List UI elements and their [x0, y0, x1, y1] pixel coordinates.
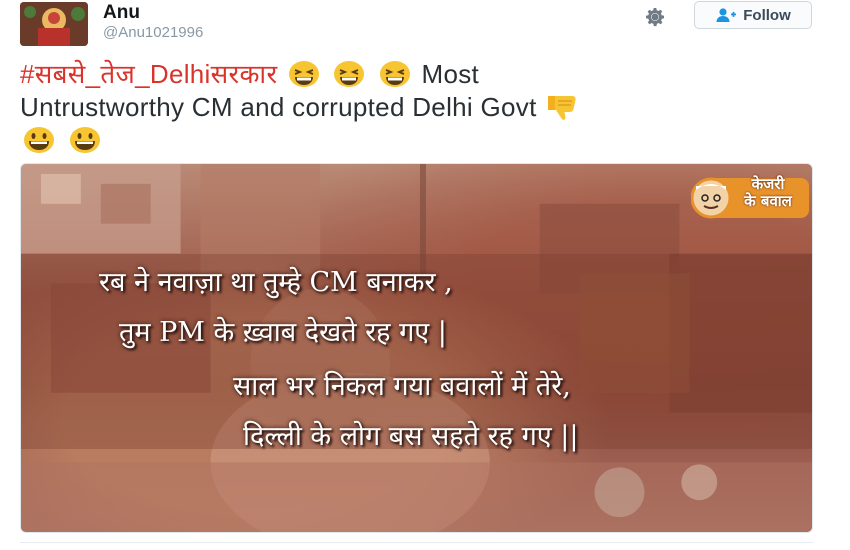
smiling-face-icon: [69, 127, 100, 153]
avatar-image: [20, 2, 88, 46]
smiling-face-icon: [24, 127, 54, 153]
tweet-text-part2: Untrustworthy CM and corrupted Delhi Gov…: [20, 92, 537, 122]
poem-line-2: तुम PM के ख़्वाब देखते रह गए |: [119, 317, 447, 348]
tweet-text: #सबसे_तेज_Delhiसरकार Most Untrustworthy …: [20, 58, 820, 157]
tweet-media-image[interactable]: रब ने नवाज़ा था तुम्हे CM बनाकर , तुम PM…: [20, 163, 813, 533]
grinning-squinting-face-icon: [288, 61, 319, 87]
user-handle[interactable]: @Anu1021996: [103, 24, 203, 41]
follow-button[interactable]: Follow: [694, 1, 812, 29]
divider: [20, 542, 813, 543]
poem-line-1: रब ने नवाज़ा था तुम्हे CM बनाकर ,: [99, 267, 453, 298]
grinning-squinting-face-icon: [379, 61, 410, 87]
hashtag-link[interactable]: #सबसे_तेज_Delhiसरकार: [20, 59, 277, 89]
poem-line-4: दिल्ली के लोग बस सहते रह गए ||: [243, 421, 579, 452]
avatar[interactable]: [20, 2, 88, 46]
thumbs-down-icon: [548, 96, 576, 120]
follow-label: Follow: [743, 6, 791, 24]
logo-line-2: के बवाल: [744, 192, 792, 210]
logo-line-1: केजरी: [751, 175, 785, 193]
tweet-text-part1: Most: [421, 59, 480, 89]
gear-icon[interactable]: [643, 5, 667, 29]
poem-line-3: साल भर निकल गया बवालों में तेरे,: [233, 371, 571, 402]
logo-text: केजरी के बवाल: [729, 176, 807, 210]
user-name[interactable]: Anu: [103, 2, 140, 24]
add-user-icon: [716, 8, 737, 22]
grinning-squinting-face-icon: [334, 61, 365, 87]
